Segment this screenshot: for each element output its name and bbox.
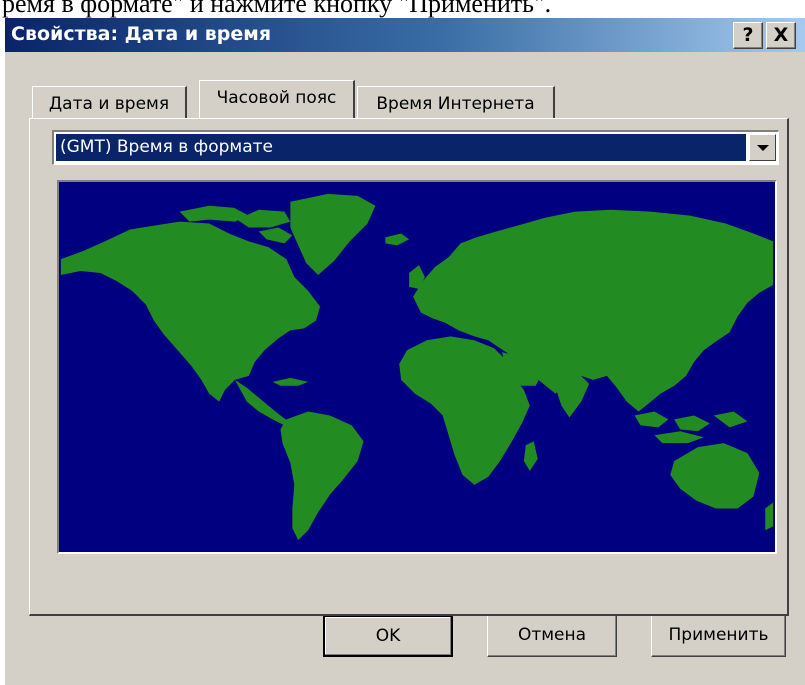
close-button[interactable]: X: [766, 22, 796, 49]
world-map-image: [60, 182, 774, 552]
tab-date-time[interactable]: Дата и время: [32, 86, 187, 118]
timezone-dropdown[interactable]: (GMT) Время в формате: [52, 130, 779, 165]
date-time-properties-dialog: Свойства: Дата и время ? X Дата и время …: [4, 18, 805, 685]
tab-internet-time[interactable]: Время Интернета: [357, 86, 555, 118]
dropdown-arrow-icon[interactable]: [749, 134, 776, 161]
title-bar[interactable]: Свойства: Дата и время ? X: [5, 18, 805, 52]
timezone-selected-value: (GMT) Время в формате: [56, 134, 746, 161]
world-map[interactable]: [57, 180, 777, 554]
time-zone-panel: (GMT) Время в формате: [29, 118, 789, 616]
window-title: Свойства: Дата и время: [11, 23, 272, 45]
ok-button[interactable]: OK: [323, 615, 453, 657]
tab-time-zone[interactable]: Часовой пояс: [199, 80, 355, 118]
cancel-button[interactable]: Отмена: [487, 615, 617, 657]
caption-text: ремя в формате" и нажмите кнопку "Примен…: [2, 0, 552, 18]
document-caption: ремя в формате" и нажмите кнопку "Примен…: [0, 0, 805, 18]
apply-button[interactable]: Применить: [651, 615, 786, 657]
help-button[interactable]: ?: [733, 22, 763, 49]
